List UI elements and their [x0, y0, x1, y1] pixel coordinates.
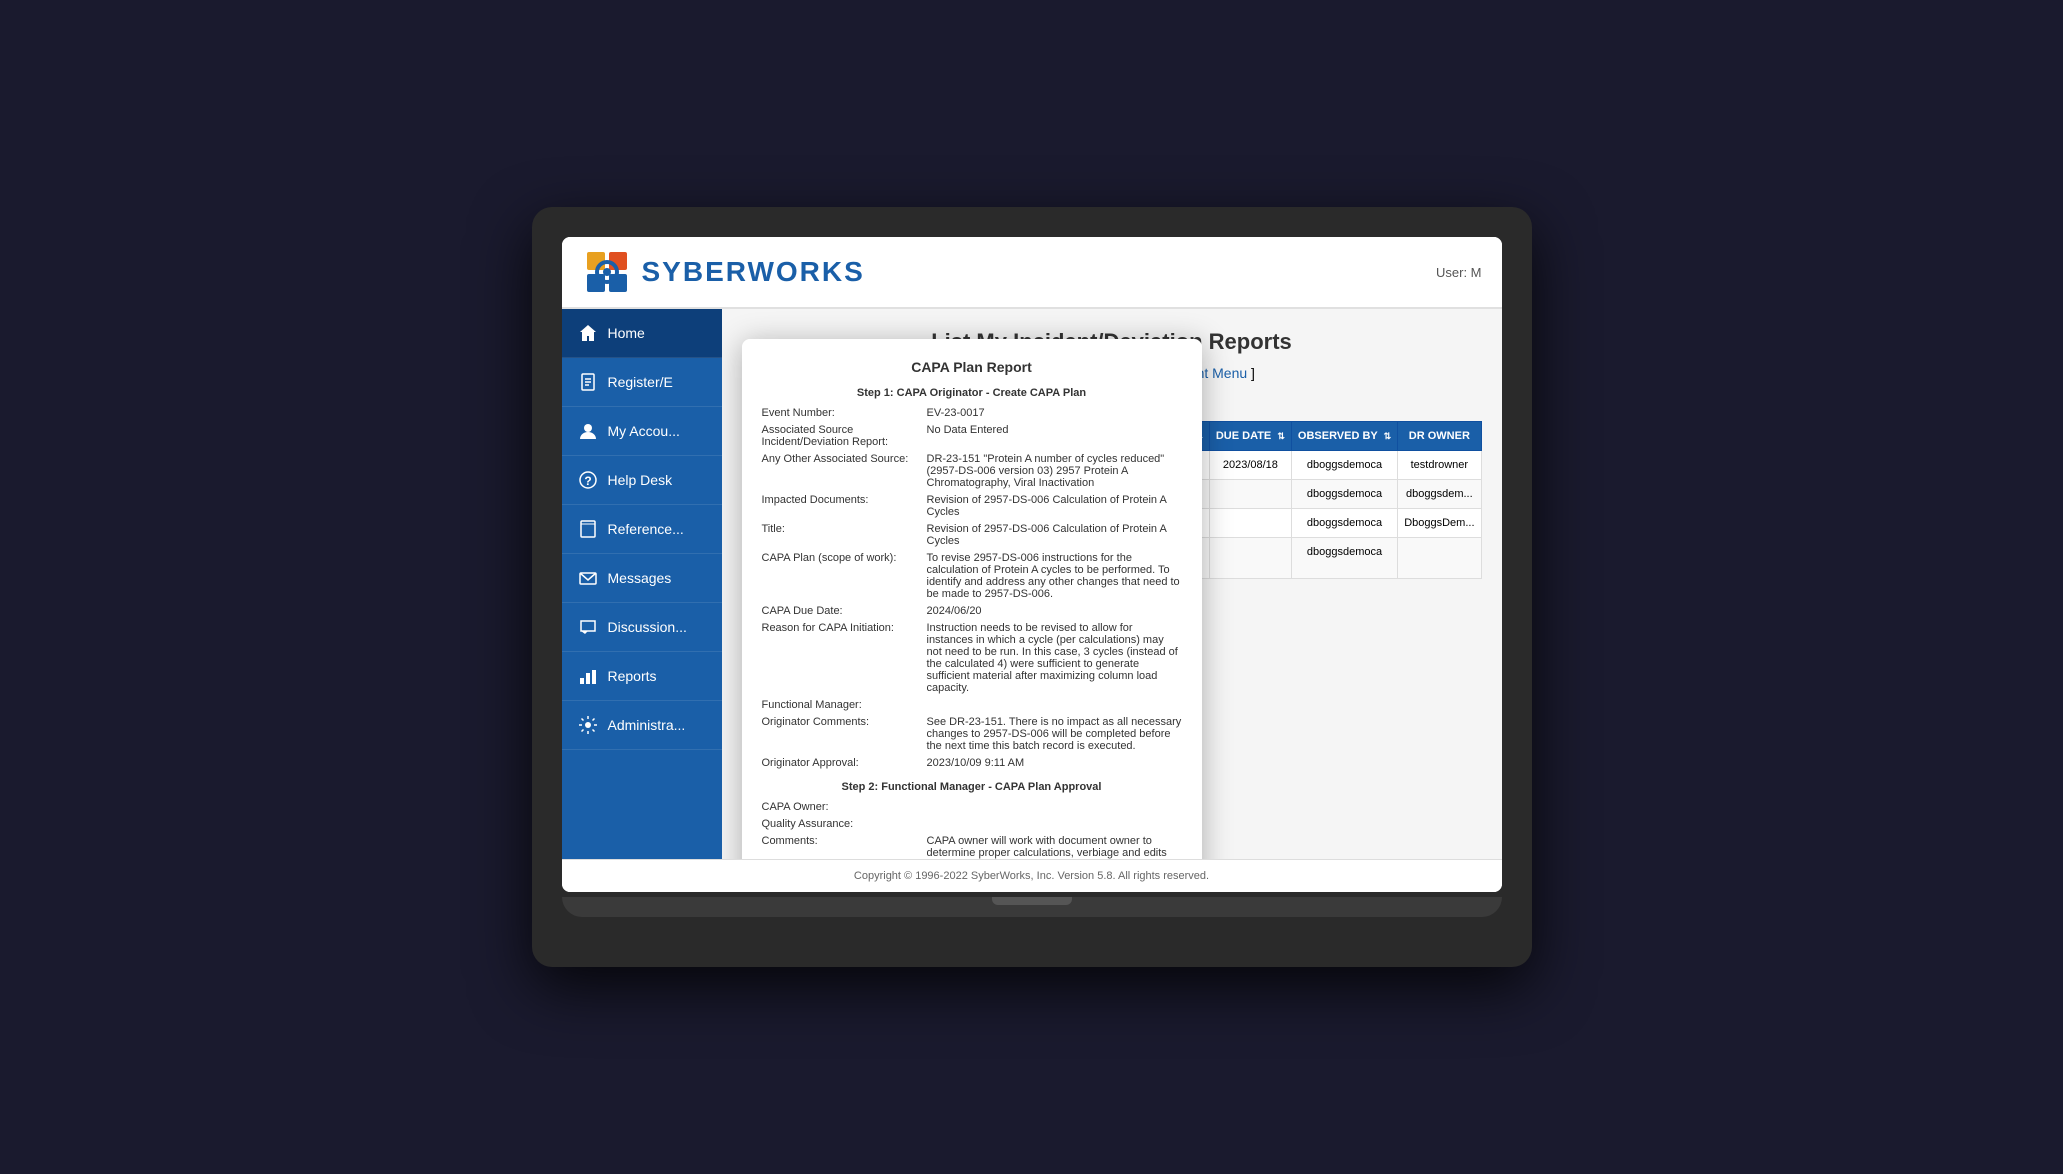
person-icon — [578, 421, 598, 441]
comments-label: Comments: — [762, 835, 922, 859]
cell-obs-1: dboggsdemoca — [1291, 480, 1397, 509]
report-row-any-other: Any Other Associated Source: DR-23-151 "… — [762, 453, 1182, 489]
functional-manager-value — [927, 699, 1182, 711]
th-observed-by[interactable]: OBSERVED BY ⇅ — [1291, 422, 1397, 451]
cell-owner-2: DboggsDem... — [1398, 509, 1481, 538]
app-header: SYBERWORKS User: M — [562, 237, 1502, 309]
sidebar-item-discussions[interactable]: Discussion... — [562, 603, 722, 652]
functional-manager-label: Functional Manager: — [762, 699, 922, 711]
event-number-label: Event Number: — [762, 407, 922, 419]
cell-owner-1: dboggsdem... — [1398, 480, 1481, 509]
capa-plan-label: CAPA Plan (scope of work): — [762, 552, 922, 600]
title-label: Title: — [762, 523, 922, 547]
due-date-value: 2024/06/20 — [927, 605, 1182, 617]
laptop-notch — [992, 897, 1072, 905]
sidebar: Home Register/E My Acc — [562, 309, 722, 859]
title-value: Revision of 2957-DS-006 Calculation of P… — [927, 523, 1182, 547]
logo-area: SYBERWORKS — [582, 247, 865, 297]
sort-icon-observed-by: ⇅ — [1384, 431, 1392, 441]
th-dr-owner[interactable]: DR OWNER — [1398, 422, 1481, 451]
due-date-label: CAPA Due Date: — [762, 605, 922, 617]
laptop-bottom — [562, 897, 1502, 917]
sidebar-item-helpdesk[interactable]: ? Help Desk — [562, 456, 722, 505]
document-icon — [578, 372, 598, 392]
report-row-originator-approval: Originator Approval: 2023/10/09 9:11 AM — [762, 757, 1182, 769]
any-other-label: Any Other Associated Source: — [762, 453, 922, 489]
reason-value: Instruction needs to be revised to allow… — [927, 622, 1182, 694]
th-due-date[interactable]: DUE DATE ⇅ — [1209, 422, 1291, 451]
report-row-comments: Comments: CAPA owner will work with docu… — [762, 835, 1182, 859]
reason-label: Reason for CAPA Initiation: — [762, 622, 922, 694]
cell-obs-0: dboggsdemoca — [1291, 451, 1397, 480]
laptop-screen: SYBERWORKS User: M Home — [562, 237, 1502, 892]
cell-owner-3 — [1398, 538, 1481, 579]
copyright-text: Copyright © 1996-2022 SyberWorks, Inc. V… — [854, 870, 1209, 882]
impacted-docs-value: Revision of 2957-DS-006 Calculation of P… — [927, 494, 1182, 518]
cell-obs-2: dboggsdemoca — [1291, 509, 1397, 538]
any-other-value: DR-23-151 "Protein A number of cycles re… — [927, 453, 1182, 489]
sidebar-item-reports[interactable]: Reports — [562, 652, 722, 701]
report-row-functional-manager: Functional Manager: — [762, 699, 1182, 711]
report-row-originator-comments: Originator Comments: See DR-23-151. Ther… — [762, 716, 1182, 752]
app-body: Home Register/E My Acc — [562, 309, 1502, 859]
sidebar-item-myaccount[interactable]: My Accou... — [562, 407, 722, 456]
capa-plan-value: To revise 2957-DS-006 instructions for t… — [927, 552, 1182, 600]
laptop-frame: SYBERWORKS User: M Home — [532, 207, 1532, 967]
capa-owner-value — [927, 801, 1182, 813]
cell-obs-3: dboggsdemoca — [1291, 538, 1397, 579]
capa-owner-label: CAPA Owner: — [762, 801, 922, 813]
sidebar-item-home[interactable]: Home — [562, 309, 722, 358]
report-row-capa-plan: CAPA Plan (scope of work): To revise 295… — [762, 552, 1182, 600]
report-modal: CAPA Plan Report Step 1: CAPA Originator… — [742, 339, 1202, 859]
event-number-value: EV-23-0017 — [927, 407, 1182, 419]
report-row-title: Title: Revision of 2957-DS-006 Calculati… — [762, 523, 1182, 547]
report-row-assoc-source: Associated Source Incident/Deviation Rep… — [762, 424, 1182, 448]
cell-due-2 — [1209, 509, 1291, 538]
report-row-due-date: CAPA Due Date: 2024/06/20 — [762, 605, 1182, 617]
report-title: CAPA Plan Report — [762, 359, 1182, 375]
originator-approval-label: Originator Approval: — [762, 757, 922, 769]
originator-comments-value: See DR-23-151. There is no impact as all… — [927, 716, 1182, 752]
cell-owner-0: testdrowner — [1398, 451, 1481, 480]
sidebar-item-messages[interactable]: Messages — [562, 554, 722, 603]
report-row-reason: Reason for CAPA Initiation: Instruction … — [762, 622, 1182, 694]
question-icon: ? — [578, 470, 598, 490]
report-row-event-number: Event Number: EV-23-0017 — [762, 407, 1182, 419]
sidebar-item-references[interactable]: Reference... — [562, 505, 722, 554]
logo-gear-icon — [582, 247, 632, 297]
assoc-source-label: Associated Source Incident/Deviation Rep… — [762, 424, 922, 448]
sidebar-item-register[interactable]: Register/E — [562, 358, 722, 407]
chat-icon — [578, 617, 598, 637]
app-logo-text: SYBERWORKS — [642, 256, 865, 288]
cell-due-1 — [1209, 480, 1291, 509]
chart-icon — [578, 666, 598, 686]
app-footer: Copyright © 1996-2022 SyberWorks, Inc. V… — [562, 859, 1502, 892]
gear-icon — [578, 715, 598, 735]
sort-icon-due-date: ⇅ — [1277, 431, 1285, 441]
originator-approval-value: 2023/10/09 9:11 AM — [927, 757, 1182, 769]
comments-value: CAPA owner will work with document owner… — [927, 835, 1182, 859]
impacted-docs-label: Impacted Documents: — [762, 494, 922, 518]
cell-due-0: 2023/08/18 — [1209, 451, 1291, 480]
report-step2-header: Step 2: Functional Manager - CAPA Plan A… — [762, 781, 1182, 793]
svg-text:?: ? — [584, 474, 591, 488]
report-row-impacted-docs: Impacted Documents: Revision of 2957-DS-… — [762, 494, 1182, 518]
user-info: User: M — [1436, 265, 1482, 280]
cell-due-3 — [1209, 538, 1291, 579]
quality-assurance-value — [927, 818, 1182, 830]
envelope-icon — [578, 568, 598, 588]
home-icon — [578, 323, 598, 343]
report-row-quality-assurance: Quality Assurance: — [762, 818, 1182, 830]
assoc-source-value: No Data Entered — [927, 424, 1182, 448]
main-content: List My Incident/Deviation Reports [ Go … — [722, 309, 1502, 859]
quality-assurance-label: Quality Assurance: — [762, 818, 922, 830]
sidebar-item-admin[interactable]: Administra... — [562, 701, 722, 750]
report-step1-header: Step 1: CAPA Originator - Create CAPA Pl… — [762, 387, 1182, 399]
report-row-capa-owner: CAPA Owner: — [762, 801, 1182, 813]
book-icon — [578, 519, 598, 539]
originator-comments-label: Originator Comments: — [762, 716, 922, 752]
